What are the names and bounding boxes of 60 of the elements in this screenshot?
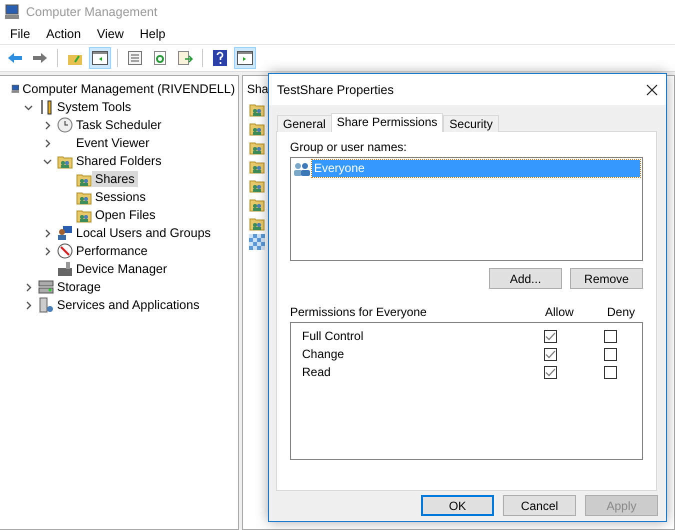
- menu-item[interactable]: File: [2, 26, 38, 40]
- users-icon: [293, 162, 311, 176]
- device-icon: [57, 261, 73, 277]
- checkered-icon: [249, 234, 265, 250]
- tab[interactable]: General: [277, 115, 332, 132]
- clock-icon: [57, 117, 73, 133]
- close-icon[interactable]: [646, 84, 658, 96]
- tree-item[interactable]: Device Manager: [73, 261, 170, 277]
- tree-item[interactable]: Performance: [73, 243, 151, 259]
- tree-item[interactable]: Services and Applications: [54, 297, 202, 313]
- permission-name: Full Control: [302, 329, 364, 343]
- tab[interactable]: Share Permissions: [330, 113, 444, 132]
- back-arrow-icon[interactable]: [7, 52, 23, 64]
- tree-item[interactable]: Sessions: [92, 189, 149, 205]
- tree-item[interactable]: Shared Folders: [73, 153, 164, 169]
- pane-toggle-icon[interactable]: [237, 51, 253, 65]
- window-title: Computer Management: [26, 4, 158, 18]
- list-button[interactable]: Remove: [570, 268, 643, 289]
- pane-toggle-icon[interactable]: [92, 51, 108, 65]
- tree-item[interactable]: Computer Management (RIVENDELL): [19, 81, 238, 97]
- deny-header: Deny: [607, 305, 636, 319]
- menu-item[interactable]: Help: [132, 26, 174, 40]
- tree-item[interactable]: Local Users and Groups: [73, 225, 214, 241]
- column-heading: Sha: [247, 82, 268, 98]
- list-button[interactable]: Add...: [489, 268, 562, 289]
- dialog-title: TestShare Properties: [277, 82, 394, 96]
- group-label: Group or user names:: [290, 140, 408, 154]
- gauge-icon: [57, 243, 73, 259]
- allow-checkbox[interactable]: [544, 348, 557, 360]
- tree-item[interactable]: Event Viewer: [73, 135, 152, 151]
- expanded-chevron-icon[interactable]: [43, 156, 52, 166]
- help-icon[interactable]: [213, 50, 227, 66]
- tree-item[interactable]: Storage: [54, 279, 104, 295]
- users-icon: [57, 225, 73, 241]
- services-icon: [38, 297, 54, 313]
- allow-checkbox[interactable]: [544, 366, 557, 378]
- deny-checkbox[interactable]: [604, 348, 617, 360]
- permissions-label: Permissions for Everyone: [290, 305, 428, 319]
- menu-item[interactable]: View: [88, 26, 132, 40]
- tree-item[interactable]: Open Files: [92, 207, 158, 223]
- export-list-icon[interactable]: [177, 50, 193, 66]
- menu-item[interactable]: Action: [38, 26, 89, 40]
- expanded-chevron-icon[interactable]: [24, 102, 33, 112]
- tree-item[interactable]: System Tools: [54, 99, 134, 115]
- allow-header: Allow: [545, 305, 575, 319]
- computer-management-icon: [4, 4, 20, 20]
- permission-name: Change: [302, 347, 346, 361]
- refresh-icon[interactable]: [152, 50, 168, 66]
- deny-checkbox[interactable]: [604, 366, 617, 378]
- dialog-button[interactable]: Cancel: [503, 495, 576, 516]
- permission-name: Read: [302, 365, 332, 379]
- deny-checkbox[interactable]: [604, 330, 617, 342]
- allow-checkbox[interactable]: [544, 330, 557, 342]
- tree-item[interactable]: Task Scheduler: [73, 117, 164, 133]
- tree-item[interactable]: Shares: [92, 171, 138, 187]
- dialog-button[interactable]: OK: [421, 495, 494, 516]
- storage-icon: [38, 279, 54, 295]
- tab[interactable]: Security: [443, 115, 499, 132]
- properties-icon[interactable]: [127, 50, 143, 66]
- forward-arrow-icon[interactable]: [32, 52, 48, 64]
